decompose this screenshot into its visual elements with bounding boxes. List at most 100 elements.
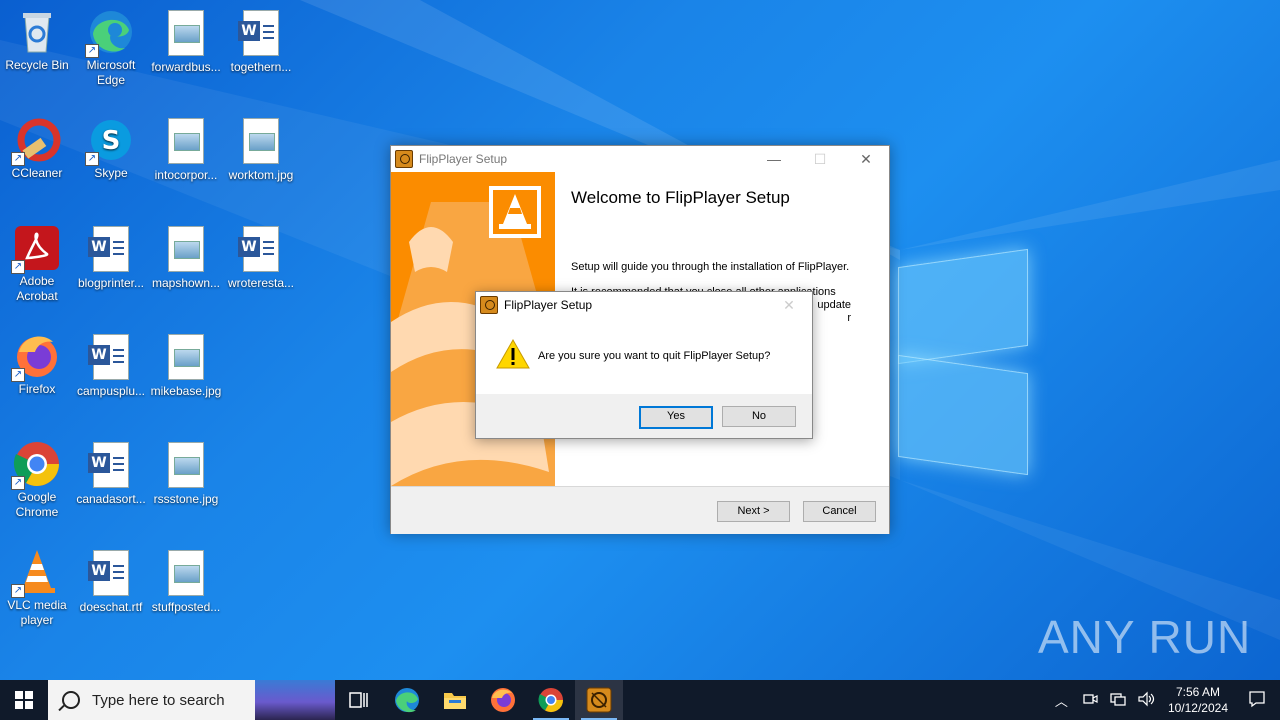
chrome-icon: ↗ (11, 440, 61, 490)
setup-window-title: FlipPlayer Setup (419, 152, 508, 166)
taskbar-firefox[interactable] (479, 680, 527, 720)
desktop-icon-adobe-acrobat[interactable]: ↗ Adobe Acrobat (1, 224, 73, 304)
next-button[interactable]: Next > (717, 501, 790, 522)
desktop-icon-image-file[interactable]: forwardbus... (150, 8, 222, 75)
confirm-title: FlipPlayer Setup (504, 298, 593, 312)
skype-icon: S ↗ (85, 116, 135, 166)
task-view-icon (349, 692, 368, 708)
search-placeholder: Type here to search (92, 691, 225, 709)
firefox-icon: ↗ (11, 332, 61, 382)
quit-confirm-dialog[interactable]: FlipPlayer Setup ✕ Are you sure you want… (475, 291, 813, 439)
close-button[interactable]: ✕ (843, 146, 889, 172)
image-file-icon (162, 118, 210, 166)
edge-icon (395, 688, 419, 713)
chrome-icon (538, 688, 563, 713)
setup-footer: Next > Cancel (391, 486, 889, 534)
desktop-icon-skype[interactable]: S ↗ Skype (75, 116, 147, 181)
folder-icon (444, 693, 466, 709)
vlc-cone-icon: ↗ (11, 548, 61, 598)
confirm-title-bar[interactable]: FlipPlayer Setup ✕ (476, 292, 812, 318)
desktop-icon-recycle-bin[interactable]: Recycle Bin (1, 8, 73, 73)
start-button[interactable] (0, 680, 48, 720)
word-document-icon: W (237, 10, 285, 58)
desktop-icon-image-file[interactable]: rssstone.jpg (150, 440, 222, 507)
warning-icon (496, 339, 530, 369)
meet-now-icon[interactable] (1082, 691, 1098, 710)
image-file-icon (162, 10, 210, 58)
desktop-icon-image-file[interactable]: stuffposted... (150, 548, 222, 615)
word-document-icon: W (237, 226, 285, 274)
taskbar-search-box[interactable]: Type here to search (48, 680, 335, 720)
taskbar: Type here to search ︿ 7:56 AM 10/12/2024 (0, 680, 1280, 720)
notification-icon[interactable] (1248, 690, 1266, 711)
windows-logo-wallpaper (898, 240, 1030, 480)
desktop-icon-vlc[interactable]: ↗ VLC media player (1, 548, 73, 628)
image-file-icon (162, 226, 210, 274)
setup-title-bar[interactable]: FlipPlayer Setup — ☐ ✕ (391, 146, 889, 172)
confirm-footer: Yes No (476, 394, 812, 438)
desktop-icon-edge[interactable]: ↗ Microsoft Edge (75, 8, 147, 88)
desktop-icon-image-file[interactable]: mapshown... (150, 224, 222, 291)
image-file-icon (162, 334, 210, 382)
shortcut-arrow-icon: ↗ (11, 476, 25, 490)
word-document-icon: W (87, 550, 135, 598)
edge-icon: ↗ (85, 8, 135, 58)
windows-start-icon (15, 691, 33, 709)
shortcut-arrow-icon: ↗ (11, 260, 25, 274)
adobe-acrobat-icon: ↗ (11, 224, 61, 274)
taskbar-flipplayer-setup[interactable] (575, 680, 623, 720)
welcome-heading: Welcome to FlipPlayer Setup (571, 188, 790, 207)
image-file-icon (162, 442, 210, 490)
taskbar-file-explorer[interactable] (431, 680, 479, 720)
search-icon (62, 691, 80, 709)
intro-text: Setup will guide you through the install… (571, 261, 850, 273)
word-document-icon: W (87, 226, 135, 274)
flipplayer-app-icon (480, 296, 498, 314)
taskbar-edge[interactable] (383, 680, 431, 720)
desktop-icon-word-doc[interactable]: W canadasort... (75, 440, 147, 507)
yes-button[interactable]: Yes (639, 406, 713, 429)
image-file-icon (237, 118, 285, 166)
network-icon[interactable] (1110, 691, 1126, 710)
desktop-icon-word-doc[interactable]: W doeschat.rtf (75, 548, 147, 615)
desktop-icon-image-file[interactable]: worktom.jpg (225, 116, 297, 183)
ccleaner-icon: ↗ (11, 116, 61, 166)
minimize-button[interactable]: — (751, 146, 797, 172)
confirm-message: Are you sure you want to quit FlipPlayer… (538, 350, 771, 362)
shortcut-arrow-icon: ↗ (11, 584, 25, 598)
firefox-icon (491, 688, 515, 712)
shortcut-arrow-icon: ↗ (85, 152, 99, 166)
search-highlight-art (255, 680, 335, 720)
shortcut-arrow-icon: ↗ (11, 368, 25, 382)
desktop-icon-word-doc[interactable]: W blogprinter... (75, 224, 147, 291)
desktop-icon-image-file[interactable]: intocorpor... (150, 116, 222, 183)
shortcut-arrow-icon: ↗ (11, 152, 25, 166)
maximize-button[interactable]: ☐ (797, 146, 843, 172)
no-button[interactable]: No (722, 406, 796, 427)
clock[interactable]: 7:56 AM 10/12/2024 (1168, 684, 1228, 716)
recycle-bin-icon (13, 8, 61, 56)
word-document-icon: W (87, 334, 135, 382)
desktop-icon-image-file[interactable]: mikebase.jpg (150, 332, 222, 399)
image-file-icon (162, 550, 210, 598)
clock-time: 7:56 AM (1175, 685, 1220, 699)
word-document-icon: W (87, 442, 135, 490)
clock-date: 10/12/2024 (1167, 701, 1228, 715)
close-button[interactable]: ✕ (766, 292, 812, 318)
desktop-icon-google-chrome[interactable]: ↗ Google Chrome (1, 440, 73, 520)
desktop-icon-word-doc[interactable]: W togethern... (225, 8, 297, 75)
task-view-button[interactable] (335, 680, 383, 720)
volume-icon[interactable] (1138, 691, 1156, 710)
chevron-up-icon[interactable]: ︿ (1055, 691, 1068, 710)
desktop-icon-ccleaner[interactable]: ↗ CCleaner (1, 116, 73, 181)
svg-text:S: S (102, 126, 121, 156)
flipplayer-icon (586, 687, 612, 713)
shortcut-arrow-icon: ↗ (85, 44, 99, 58)
desktop-icon-word-doc[interactable]: W campusplu... (75, 332, 147, 399)
flipplayer-app-icon (395, 150, 413, 168)
cancel-button[interactable]: Cancel (803, 501, 876, 522)
desktop-icon-firefox[interactable]: ↗ Firefox (1, 332, 73, 397)
system-tray: ︿ 7:56 AM 10/12/2024 (1047, 680, 1280, 720)
desktop-icon-word-doc[interactable]: W wroteresta... (225, 224, 297, 291)
taskbar-chrome[interactable] (527, 680, 575, 720)
